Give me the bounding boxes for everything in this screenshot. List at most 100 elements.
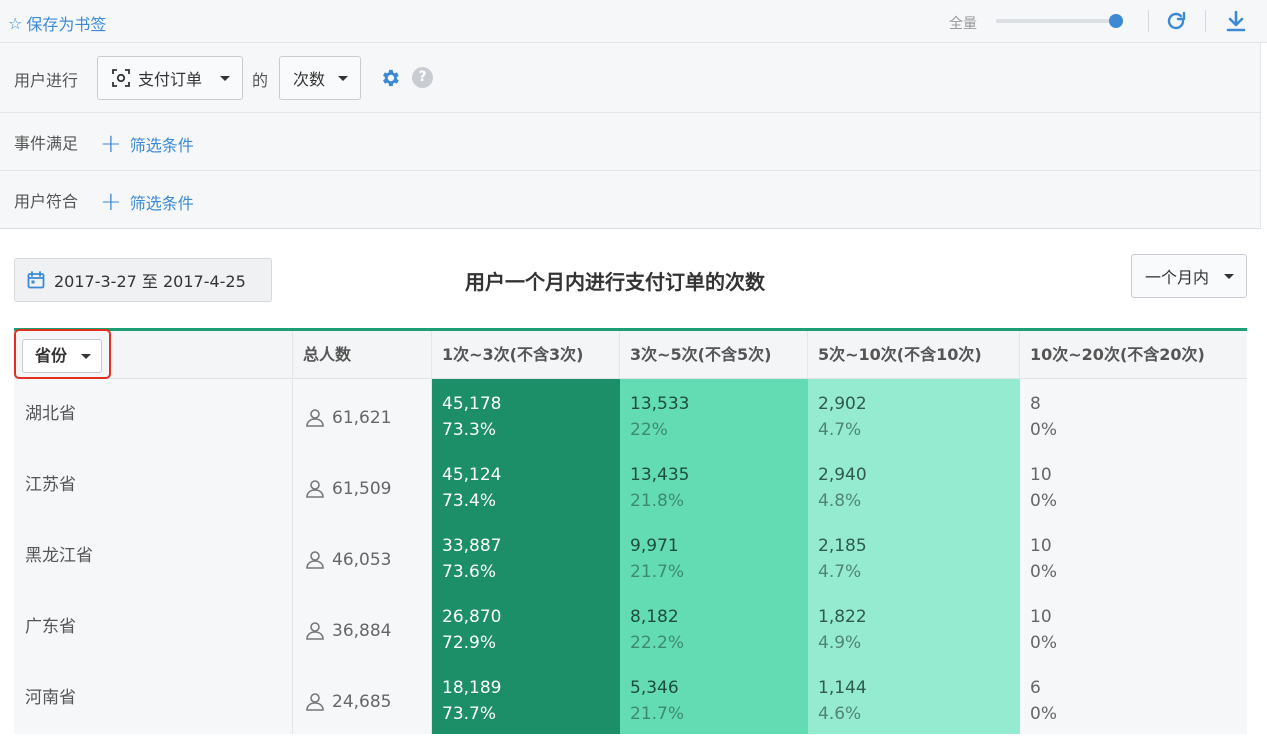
sampling-slider[interactable] [996,14,1123,28]
bucket-percent: 21.7% [630,562,685,582]
period-select-value: 一个月内 [1145,268,1210,287]
bucket-3-cell[interactable]: 1,822 4.9% [808,592,1020,663]
bucket-4-cell[interactable]: 8 0% [1020,379,1247,450]
bucket-2-cell[interactable]: 13,533 22% [620,379,808,450]
bucket-2-cell[interactable]: 8,182 22.2% [620,592,808,663]
bucket-1-cell[interactable]: 33,887 73.6% [432,521,620,592]
header-bucket-3: 5次~10次(不含10次) [808,331,1020,379]
person-icon [306,550,324,569]
bucket-3-cell[interactable]: 2,940 4.8% [808,450,1020,521]
help-icon[interactable]: ? [412,67,433,88]
bucket-1-cell[interactable]: 26,870 72.9% [432,592,620,663]
plus-icon: + [100,129,122,159]
bucket-percent: 0% [1030,491,1057,511]
province-cell[interactable]: 江苏省 [14,450,293,521]
bucket-2-cell[interactable]: 9,971 21.7% [620,521,808,592]
total-cell: 61,509 [293,450,432,521]
table-header: 省份 总人数 1次~3次(不含3次) 3次~5次(不含5次) 5次~10次(不含… [14,329,1247,379]
download-icon[interactable] [1224,9,1248,33]
bucket-4-cell[interactable]: 10 0% [1020,450,1247,521]
table-row: 黑龙江省 46,053 33,887 73.6% 9,971 21.7% 2,185 4.7%… [14,521,1247,592]
bucket-percent: 22% [630,420,668,440]
bucket-count: 18,189 [442,678,502,698]
total-value: 61,621 [332,407,392,428]
header-bucket-1: 1次~3次(不含3次) [432,331,620,379]
event-select-value: 支付订单 [138,70,203,89]
slider-knob[interactable] [1109,14,1123,28]
bucket-percent: 73.7% [442,704,497,724]
query-panel: 用户进行 支付订单 的 次数 ? 事件满足 + 筛选条件 用户符合 + 筛选条件 [0,43,1261,229]
bucket-1-cell[interactable]: 18,189 73.7% [432,663,620,734]
highlight-annotation [14,329,111,379]
bucket-count: 10 [1030,465,1052,485]
bucket-percent: 22.2% [630,633,685,653]
person-icon [306,692,324,711]
bucket-percent: 72.9% [442,633,497,653]
event-select[interactable]: 支付订单 [97,56,243,100]
bucket-percent: 73.6% [442,562,497,582]
refresh-icon[interactable] [1164,9,1188,33]
bucket-count: 13,533 [630,394,690,414]
header-total: 总人数 [293,331,432,379]
bucket-4-cell[interactable]: 10 0% [1020,592,1247,663]
bucket-percent: 73.4% [442,491,497,511]
add-user-filter-button[interactable]: + 筛选条件 [100,187,194,217]
total-cell: 24,685 [293,663,432,734]
bucket-1-cell[interactable]: 45,178 73.3% [432,379,620,450]
province-cell[interactable]: 广东省 [14,592,293,663]
of-label: 的 [252,71,269,90]
divider [1205,10,1206,32]
save-bookmark-button[interactable]: ☆ 保存为书签 [8,11,106,35]
bucket-3-cell[interactable]: 2,185 4.7% [808,521,1020,592]
total-value: 46,053 [332,549,392,570]
event-filter-label: 事件满足 [14,134,79,153]
report-title: 用户一个月内进行支付订单的次数 [465,270,765,294]
bucket-count: 8 [1030,394,1041,414]
bucket-percent: 0% [1030,562,1057,582]
person-icon [306,621,324,640]
province-cell[interactable]: 黑龙江省 [14,521,293,592]
bucket-3-cell[interactable]: 1,144 4.6% [808,663,1020,734]
bucket-percent: 21.7% [630,704,685,724]
slider-fill [996,19,1116,23]
divider [1148,10,1149,32]
province-cell[interactable]: 湖北省 [14,379,293,450]
user-filter-label: 用户符合 [14,192,79,211]
add-event-filter-button[interactable]: + 筛选条件 [100,129,194,159]
bucket-count: 10 [1030,607,1052,627]
person-icon [306,479,324,498]
bucket-count: 5,346 [630,678,679,698]
province-cell[interactable]: 河南省 [14,663,293,734]
bucket-count: 2,902 [818,394,867,414]
bucket-2-cell[interactable]: 5,346 21.7% [620,663,808,734]
total-value: 24,685 [332,691,392,712]
event-filter-row: 事件满足 + 筛选条件 [0,113,1261,171]
period-select[interactable]: 一个月内 [1131,254,1247,298]
bucket-percent: 4.7% [818,420,862,440]
total-cell: 46,053 [293,521,432,592]
bucket-count: 1,144 [818,678,867,698]
plus-icon: + [100,187,122,217]
top-toolbar: ☆ 保存为书签 全量 [0,0,1267,43]
bucket-3-cell[interactable]: 2,902 4.7% [808,379,1020,450]
bucket-count: 6 [1030,678,1041,698]
date-range-picker[interactable]: 2017-3-27 至 2017-4-25 [14,258,272,302]
bucket-4-cell[interactable]: 6 0% [1020,663,1247,734]
bucket-1-cell[interactable]: 45,124 73.4% [432,450,620,521]
bucket-count: 9,971 [630,536,679,556]
total-value: 61,509 [332,478,392,499]
full-sampling-label: 全量 [949,16,977,32]
total-cell: 36,884 [293,592,432,663]
gear-icon[interactable] [379,67,401,89]
bucket-2-cell[interactable]: 13,435 21.8% [620,450,808,521]
metric-select[interactable]: 次数 [279,56,361,100]
bucket-count: 10 [1030,536,1052,556]
bucket-4-cell[interactable]: 10 0% [1020,521,1247,592]
user-do-label: 用户进行 [14,71,79,90]
bucket-count: 13,435 [630,465,690,485]
bucket-percent: 4.6% [818,704,862,724]
bucket-percent: 4.8% [818,491,862,511]
save-bookmark-label: 保存为书签 [26,15,107,34]
table-row: 河南省 24,685 18,189 73.7% 5,346 21.7% 1,144 4.6% 6… [14,663,1247,734]
chevron-down-icon [220,76,230,81]
